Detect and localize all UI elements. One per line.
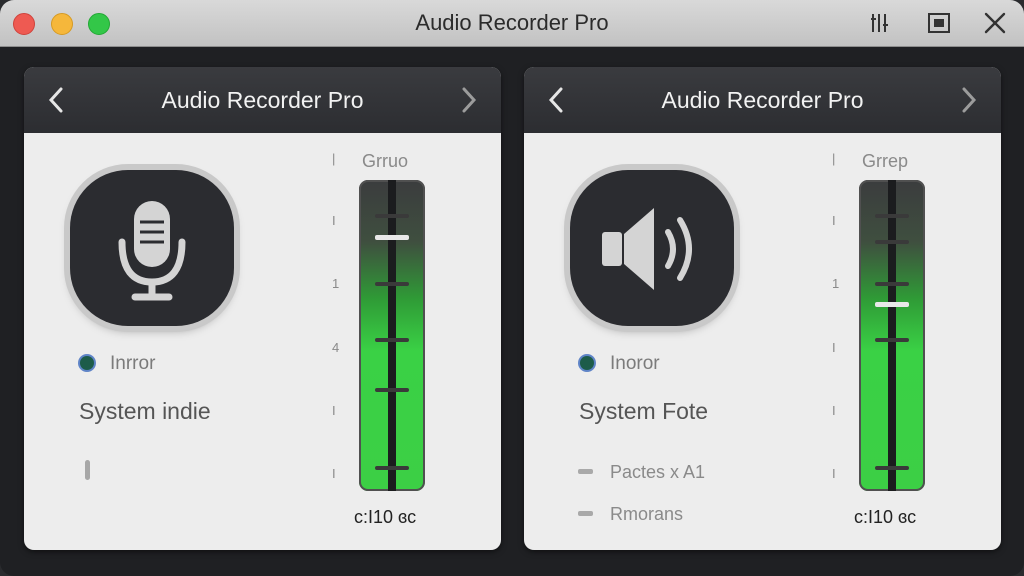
meter-scale: | I 1 I I I — [832, 151, 840, 481]
drag-handle-icon — [578, 469, 593, 474]
microphone-button[interactable] — [70, 170, 234, 326]
maximize-icon[interactable] — [926, 10, 952, 36]
meter-mark — [375, 388, 409, 392]
volume-meter-slider[interactable] — [359, 180, 425, 491]
status-indicator — [580, 356, 594, 370]
meter-mark — [875, 214, 909, 218]
next-button[interactable] — [957, 85, 981, 115]
source-name: System indie — [79, 398, 211, 424]
meter-mark — [375, 282, 409, 286]
status-label: Inoror — [610, 353, 660, 374]
recorder-panel-output: Audio Recorder Pro Inoror System Fote Pa… — [524, 67, 1001, 550]
speaker-button[interactable] — [570, 170, 734, 326]
volume-meter-slider[interactable] — [859, 180, 925, 491]
status-label: Inrror — [110, 353, 156, 374]
panel-title: Audio Recorder Pro — [661, 87, 864, 113]
meter-readout: c:I10 ɞc — [354, 507, 417, 527]
next-button[interactable] — [457, 85, 481, 115]
meter-mark — [375, 466, 409, 470]
meter-thumb[interactable] — [375, 235, 409, 240]
meter-mark — [875, 466, 909, 470]
speaker-icon — [602, 208, 692, 290]
source-name: System Fote — [579, 398, 709, 424]
meter-thumb[interactable] — [875, 302, 909, 307]
meter-mark — [375, 214, 409, 218]
microphone-icon — [118, 201, 186, 301]
list-item-label: Pactes x A1 — [610, 462, 706, 482]
meter-mark — [875, 338, 909, 342]
meter-rail — [388, 180, 396, 491]
app-window: Audio Recorder Pro Audio Recorder Pro In… — [0, 0, 1024, 576]
meter-mark — [875, 240, 909, 244]
meter-title: Grrep — [862, 151, 909, 171]
columns-icon[interactable] — [868, 10, 894, 36]
list-item-label: Rmorans — [610, 504, 684, 524]
drag-handle-icon — [578, 511, 593, 516]
title-bar: Audio Recorder Pro — [0, 0, 1024, 47]
recorder-panel-input: Audio Recorder Pro Inrror System indie G… — [24, 67, 501, 550]
meter-mark — [375, 338, 409, 342]
meter-readout: c:I10 ɞc — [854, 507, 917, 527]
panel-header: Audio Recorder Pro — [24, 67, 501, 133]
meter-rail — [888, 180, 896, 491]
chevron-right-icon — [462, 87, 477, 113]
panel-header: Audio Recorder Pro — [524, 67, 1001, 133]
meter-mark — [875, 282, 909, 286]
meter-title: Grruo — [362, 151, 409, 171]
panel-title: Audio Recorder Pro — [161, 87, 364, 113]
status-indicator — [80, 356, 94, 370]
meter-scale: | I 1 4 I I — [332, 151, 340, 481]
chevron-right-icon — [962, 87, 977, 113]
close-icon[interactable] — [982, 10, 1008, 36]
level-indicator — [85, 460, 90, 480]
